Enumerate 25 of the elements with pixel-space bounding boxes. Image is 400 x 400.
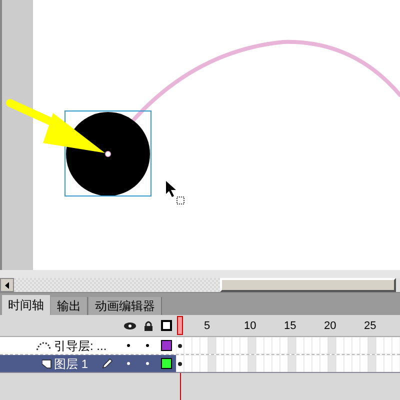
panel-tab[interactable]: 输出 — [51, 297, 88, 315]
layer-name: 图层 1 — [54, 356, 88, 372]
layer-row[interactable]: 图层 1 — [0, 355, 400, 373]
registration-point — [105, 151, 111, 157]
panel-tab[interactable]: 时间轴 — [2, 295, 50, 315]
scroll-left-button[interactable] — [0, 278, 14, 292]
frame-number: 5 — [204, 319, 210, 334]
pointer-arrow-icon — [165, 180, 185, 206]
guide-layer-icon — [36, 340, 52, 350]
layer-name: 引导层: ... — [54, 338, 107, 354]
playhead[interactable] — [177, 316, 183, 335]
playhead-line — [180, 373, 181, 400]
layer-icon — [42, 358, 52, 368]
lock-icon[interactable] — [144, 320, 153, 330]
outline-icon[interactable] — [161, 320, 172, 331]
left-arrow-icon — [5, 282, 9, 288]
frame-number: 10 — [244, 319, 256, 334]
frame-number: 20 — [324, 319, 336, 334]
layer-color-swatch[interactable] — [161, 340, 172, 351]
layer-color-swatch[interactable] — [161, 358, 172, 369]
eye-icon[interactable] — [124, 322, 136, 330]
panel-tab[interactable]: 动画编辑器 — [89, 297, 162, 315]
frame-number: 25 — [364, 319, 376, 334]
frame-number: 15 — [284, 319, 296, 334]
scroll-thumb[interactable] — [220, 278, 396, 292]
